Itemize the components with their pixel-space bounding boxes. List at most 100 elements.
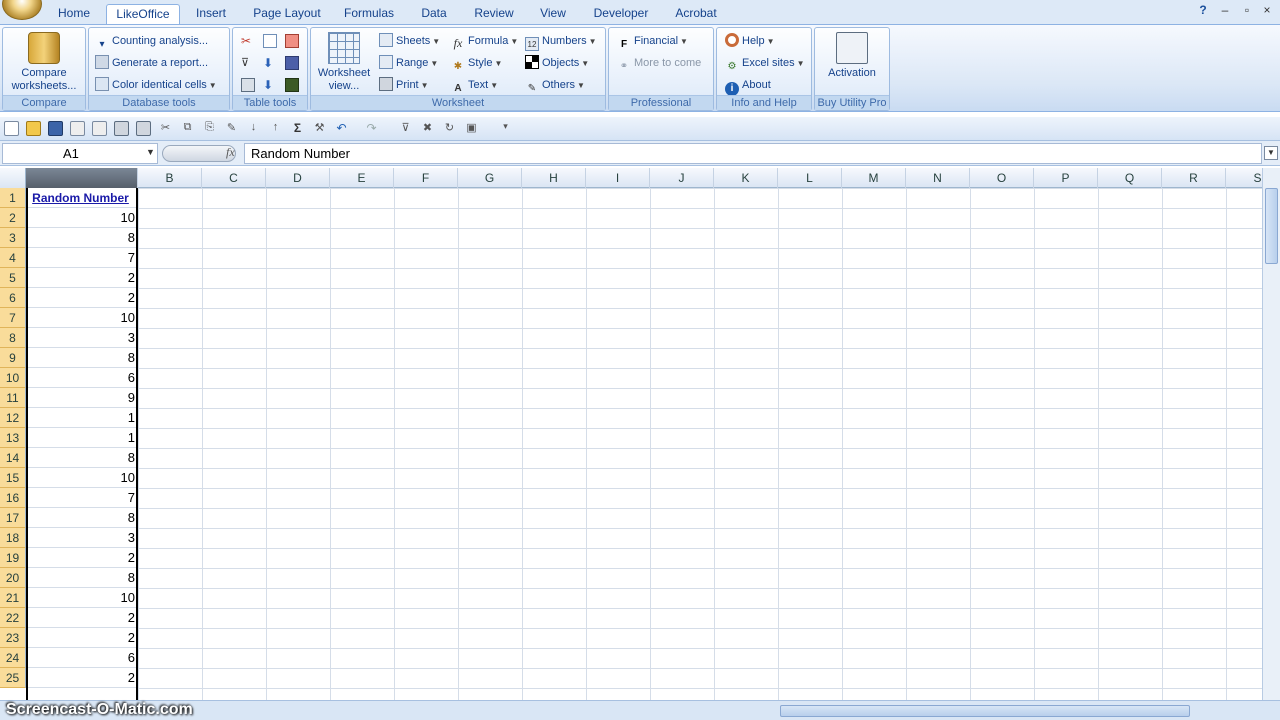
row-header[interactable]: 22 xyxy=(0,608,26,628)
filter-icon[interactable]: ⊽ xyxy=(241,56,255,70)
vertical-scrollbar[interactable] xyxy=(1262,168,1280,700)
cell-a[interactable]: 1 xyxy=(26,428,137,448)
cell-a[interactable]: 6 xyxy=(26,648,137,668)
formula-input[interactable]: Random Number xyxy=(244,143,1262,164)
worksheet-view-button[interactable]: Worksheet view... xyxy=(313,32,375,93)
help-button[interactable]: Help ▼ xyxy=(725,31,775,51)
cut-icon[interactable]: ✂ xyxy=(158,121,173,136)
objects-button[interactable]: Objects ▼ xyxy=(525,53,589,73)
tab-review[interactable]: Review xyxy=(468,4,520,24)
cell-a[interactable]: 8 xyxy=(26,568,137,588)
print-icon[interactable] xyxy=(114,121,129,136)
cell-a[interactable]: 8 xyxy=(26,508,137,528)
empty-cells[interactable] xyxy=(138,188,1262,700)
camera-icon[interactable]: ▣ xyxy=(464,121,479,136)
row-header[interactable]: 23 xyxy=(0,628,26,648)
undo-icon[interactable]: ↶ xyxy=(334,121,349,136)
refresh-icon[interactable]: ↻ xyxy=(442,121,457,136)
cell-a[interactable]: 2 xyxy=(26,548,137,568)
column-header-p[interactable]: P xyxy=(1034,168,1098,188)
save-icon[interactable] xyxy=(48,121,63,136)
row-header[interactable]: 13 xyxy=(0,428,26,448)
cell-a[interactable]: 8 xyxy=(26,348,137,368)
cell-a[interactable]: 2 xyxy=(26,268,137,288)
cell-a[interactable]: 8 xyxy=(26,228,137,248)
cell-a[interactable]: 2 xyxy=(26,668,137,688)
column-header-h[interactable]: H xyxy=(522,168,586,188)
print-preview-icon[interactable] xyxy=(92,121,107,136)
minimize-icon[interactable]: – xyxy=(1216,3,1234,19)
row-header[interactable]: 19 xyxy=(0,548,26,568)
table-icon[interactable] xyxy=(241,78,255,92)
autosum-icon[interactable]: Σ xyxy=(290,121,305,136)
tab-page-layout[interactable]: Page Layout xyxy=(248,4,326,24)
column-header-c[interactable]: C xyxy=(202,168,266,188)
row-header[interactable]: 5 xyxy=(0,268,26,288)
cell-a[interactable]: 6 xyxy=(26,368,137,388)
text-button[interactable]: A Text ▼ xyxy=(451,75,498,95)
select-all-corner[interactable] xyxy=(0,168,26,188)
column-header-o[interactable]: O xyxy=(970,168,1034,188)
column-header-k[interactable]: K xyxy=(714,168,778,188)
cell-a[interactable]: 2 xyxy=(26,288,137,308)
blue-fill-icon[interactable] xyxy=(285,56,299,70)
row-header[interactable]: 24 xyxy=(0,648,26,668)
row-header[interactable]: 20 xyxy=(0,568,26,588)
row-header[interactable]: 7 xyxy=(0,308,26,328)
compare-worksheets-button[interactable]: Compare worksheets... xyxy=(7,32,81,93)
open-icon[interactable] xyxy=(26,121,41,136)
row-header[interactable]: 14 xyxy=(0,448,26,468)
more-to-come-button[interactable]: ⚭ More to come xyxy=(617,53,701,73)
arrow-down-icon[interactable]: ⬇ xyxy=(263,56,277,70)
sheets-button[interactable]: Sheets ▼ xyxy=(379,31,440,51)
help-icon[interactable]: ? xyxy=(1194,3,1212,19)
row-header[interactable]: 15 xyxy=(0,468,26,488)
column-header-s[interactable]: S xyxy=(1226,168,1262,188)
paste-icon[interactable]: ⎘ xyxy=(202,121,217,136)
column-header-j[interactable]: J xyxy=(650,168,714,188)
numbers-button[interactable]: 12 Numbers ▼ xyxy=(525,31,597,51)
cell-a[interactable]: 10 xyxy=(26,308,137,328)
sort-descending-icon[interactable]: ↑ xyxy=(268,121,283,136)
move-down-icon[interactable]: ⬇ xyxy=(263,78,277,92)
activation-button[interactable]: Activation xyxy=(817,32,887,80)
clear-icon[interactable]: ✖ xyxy=(420,121,435,136)
row-header[interactable]: 16 xyxy=(0,488,26,508)
horizontal-scroll-thumb[interactable] xyxy=(780,705,1190,717)
style-button[interactable]: ✱ Style ▼ xyxy=(451,53,503,73)
tab-developer[interactable]: Developer xyxy=(588,4,654,24)
about-button[interactable]: i About xyxy=(725,75,771,96)
row-header[interactable]: 4 xyxy=(0,248,26,268)
print-button[interactable]: Print ▼ xyxy=(379,75,429,95)
cell-a[interactable]: 3 xyxy=(26,328,137,348)
tab-view[interactable]: View xyxy=(534,4,572,24)
row-header[interactable]: 25 xyxy=(0,668,26,688)
sort-ascending-icon[interactable]: ↓ xyxy=(246,121,261,136)
cell-a1-header[interactable]: Random Number xyxy=(26,188,137,208)
column-header-n[interactable]: N xyxy=(906,168,970,188)
email-icon[interactable] xyxy=(70,121,85,136)
column-header-m[interactable]: M xyxy=(842,168,906,188)
row-header[interactable]: 9 xyxy=(0,348,26,368)
tab-home[interactable]: Home xyxy=(52,4,96,24)
column-header-g[interactable]: G xyxy=(458,168,522,188)
cell-a[interactable]: 9 xyxy=(26,388,137,408)
column-header-b[interactable]: B xyxy=(138,168,202,188)
cell-a[interactable]: 2 xyxy=(26,628,137,648)
tab-acrobat[interactable]: Acrobat xyxy=(668,4,724,24)
cell-a[interactable]: 7 xyxy=(26,248,137,268)
scissors-icon[interactable]: ✂ xyxy=(241,34,255,48)
cell-a[interactable]: 8 xyxy=(26,448,137,468)
excel-sites-button[interactable]: ⚙ Excel sites ▼ xyxy=(725,53,805,73)
office-button[interactable] xyxy=(2,0,42,20)
row-header[interactable]: 10 xyxy=(0,368,26,388)
column-header-r[interactable]: R xyxy=(1162,168,1226,188)
cell-a[interactable]: 2 xyxy=(26,608,137,628)
row-header[interactable]: 3 xyxy=(0,228,26,248)
copy-icon[interactable]: ⧉ xyxy=(180,121,195,136)
others-button[interactable]: ✎ Others ▼ xyxy=(525,75,585,95)
column-header-a[interactable] xyxy=(26,168,138,188)
cell-a[interactable]: 10 xyxy=(26,468,137,488)
customize-toolbar-icon[interactable]: ▾ xyxy=(498,121,513,136)
column-header-i[interactable]: I xyxy=(586,168,650,188)
